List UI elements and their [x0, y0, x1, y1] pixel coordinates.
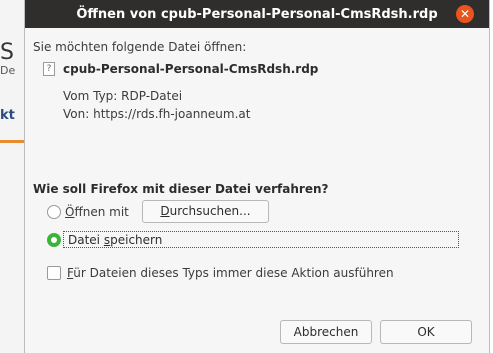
background-text-fragment: De	[0, 64, 16, 77]
background-text-fragment: S	[0, 40, 14, 65]
close-button[interactable]: ✕	[456, 5, 474, 23]
ok-button[interactable]: OK	[380, 320, 472, 344]
file-type: Vom Typ: RDP-Datei	[63, 89, 183, 103]
action-question: Wie soll Firefox mit dieser Datei verfah…	[33, 182, 329, 196]
file-source: Von: https://rds.fh-joanneum.at	[63, 107, 251, 121]
open-with-label[interactable]: Öffnen mit	[65, 205, 129, 219]
cancel-button[interactable]: Abbrechen	[280, 320, 372, 344]
dialog-titlebar[interactable]: Öffnen von cpub-Personal-Personal-CmsRds…	[25, 0, 489, 28]
dialog-title: Öffnen von cpub-Personal-Personal-CmsRds…	[76, 7, 438, 22]
save-file-label[interactable]: Datei speichern	[68, 233, 162, 247]
background-text-fragment: kt	[0, 108, 15, 123]
unknown-file-icon: ?	[43, 62, 55, 76]
open-with-radio[interactable]	[47, 205, 61, 219]
always-do-this-checkbox[interactable]	[47, 266, 61, 280]
save-file-radio[interactable]	[47, 233, 61, 247]
open-file-dialog: Öffnen von cpub-Personal-Personal-CmsRds…	[24, 0, 490, 353]
browse-button[interactable]: Durchsuchen...	[142, 200, 269, 223]
file-name: cpub-Personal-Personal-CmsRdsh.rdp	[63, 62, 319, 76]
close-icon: ✕	[459, 7, 471, 21]
intro-text: Sie möchten folgende Datei öffnen:	[33, 40, 247, 54]
always-do-this-label[interactable]: Für Dateien dieses Typs immer diese Akti…	[67, 266, 394, 280]
